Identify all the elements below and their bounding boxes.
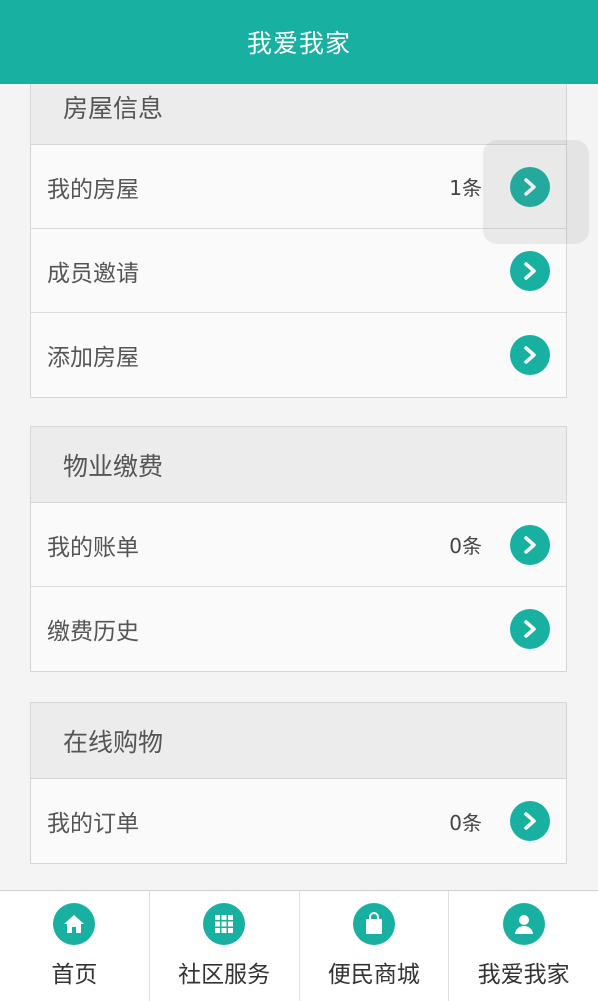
grid-icon xyxy=(203,903,246,945)
tab-home[interactable]: 首页 xyxy=(0,891,150,1001)
section-property-fee: 物业缴费 我的账单 0条 缴费历史 xyxy=(30,426,567,672)
list-item-my-orders[interactable]: 我的订单 0条 xyxy=(31,779,566,863)
tab-label: 我爱我家 xyxy=(477,962,570,988)
touch-highlight xyxy=(483,140,589,244)
row-count: 1条 xyxy=(449,176,482,200)
section-online-shopping: 在线购物 我的订单 0条 xyxy=(30,702,567,864)
user-icon xyxy=(502,903,545,945)
main-content: 房屋信息 我的房屋 1条 成员邀请 添加房屋 物业缴费 我的账单 0条 缴费历史… xyxy=(0,84,598,890)
row-label: 缴费历史 xyxy=(47,619,139,645)
chevron-right-icon[interactable] xyxy=(510,801,550,841)
section-header: 物业缴费 xyxy=(31,427,566,503)
list-item-payment-history[interactable]: 缴费历史 xyxy=(31,587,566,671)
tab-label: 首页 xyxy=(51,962,98,988)
list-item-member-invite[interactable]: 成员邀请 xyxy=(31,229,566,313)
row-label: 我的订单 xyxy=(47,811,139,837)
shopping-bag-icon xyxy=(352,903,395,945)
page-title: 我爱我家 xyxy=(246,29,351,58)
row-label: 添加房屋 xyxy=(47,345,139,371)
chevron-right-icon[interactable] xyxy=(510,250,550,291)
tab-mall[interactable]: 便民商城 xyxy=(300,891,450,1001)
chevron-right-icon[interactable] xyxy=(510,335,550,375)
tab-community-service[interactable]: 社区服务 xyxy=(150,891,300,1001)
section-header: 在线购物 xyxy=(31,703,566,779)
tab-my-home[interactable]: 我爱我家 xyxy=(449,891,598,1001)
app-header: 我爱我家 xyxy=(0,0,598,84)
row-count: 0条 xyxy=(449,534,482,558)
bottom-tab-bar: 首页 社区服务 便民商城 我爱我家 xyxy=(0,890,598,1001)
home-icon xyxy=(53,903,96,945)
row-count: 0条 xyxy=(449,810,482,835)
section-header: 房屋信息 xyxy=(31,84,566,145)
row-label: 我的房屋 xyxy=(47,176,139,203)
list-item-add-house[interactable]: 添加房屋 xyxy=(31,313,566,397)
chevron-right-icon[interactable] xyxy=(510,524,550,565)
section-house-info: 房屋信息 我的房屋 1条 成员邀请 添加房屋 xyxy=(30,84,567,398)
tab-label: 便民商城 xyxy=(327,962,420,988)
tab-label: 社区服务 xyxy=(178,962,271,988)
chevron-right-icon[interactable] xyxy=(510,609,550,649)
row-label: 我的账单 xyxy=(47,534,139,561)
list-item-my-bills[interactable]: 我的账单 0条 xyxy=(31,503,566,587)
row-label: 成员邀请 xyxy=(47,260,139,287)
